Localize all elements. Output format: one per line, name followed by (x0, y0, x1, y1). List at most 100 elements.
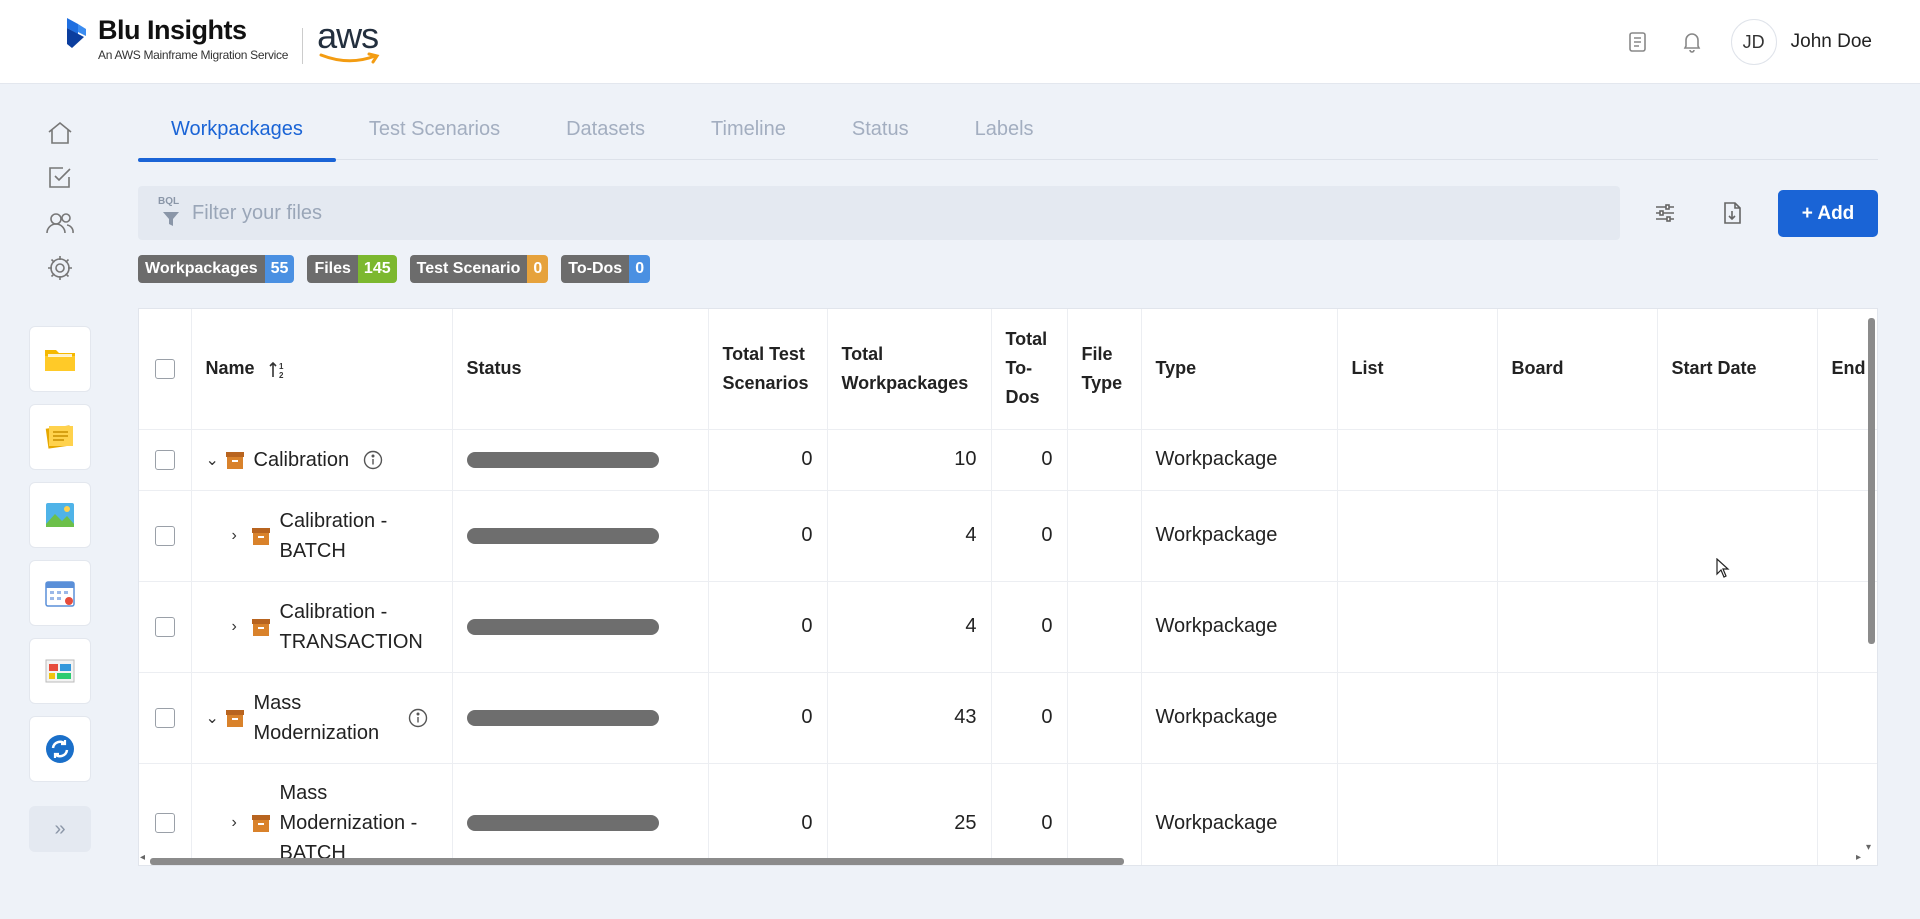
cell-board (1497, 672, 1658, 764)
filter-settings-button[interactable] (1644, 192, 1686, 234)
info-icon[interactable] (408, 708, 428, 728)
book-icon[interactable] (1623, 27, 1653, 57)
table-header-row: Name 12 Status Total Test Scenarios Tota… (139, 309, 1877, 430)
brand-logo[interactable]: Blu Insights An AWS Mainframe Migration … (64, 15, 380, 64)
add-button[interactable]: + Add (1778, 190, 1878, 237)
badge-workpackages[interactable]: Workpackages 55 (138, 255, 295, 283)
cell-workpackages: 4 (827, 581, 992, 673)
search-input[interactable] (192, 201, 1592, 225)
app-launcher (28, 326, 92, 782)
column-header-type[interactable]: Type (1141, 309, 1338, 430)
column-header-total-test-scenarios[interactable]: Total Test Scenarios (708, 309, 828, 430)
cell-board (1497, 581, 1658, 673)
column-header-status[interactable]: Status (452, 309, 709, 430)
dashboard-icon (45, 659, 75, 683)
bql-filter[interactable]: BQL (158, 196, 188, 230)
expand-chevron-icon[interactable]: › (232, 618, 250, 636)
gear-icon[interactable] (28, 245, 92, 290)
info-icon[interactable] (363, 450, 383, 470)
row-checkbox[interactable] (154, 525, 175, 546)
cell-test-scenarios: 0 (708, 763, 828, 865)
row-checkbox[interactable] (154, 449, 175, 470)
collapse-chevron-icon[interactable]: ⌄ (206, 708, 224, 728)
badge-files[interactable]: Files 145 (307, 255, 397, 283)
calendar-app-tile[interactable] (29, 560, 91, 626)
users-icon[interactable] (28, 200, 92, 245)
sidebar: » (28, 110, 92, 852)
user-name[interactable]: John Doe (1791, 31, 1872, 53)
cell-board (1497, 429, 1658, 491)
bell-icon[interactable] (1677, 27, 1707, 57)
expand-chevron-icon[interactable]: › (232, 814, 250, 832)
tab-status[interactable]: Status (819, 110, 942, 160)
select-all-checkbox[interactable] (154, 358, 175, 379)
scroll-right-arrow-icon[interactable]: ▸ (1856, 852, 1861, 863)
row-checkbox[interactable] (154, 813, 175, 833)
row-checkbox[interactable] (154, 616, 175, 637)
folder-app-tile[interactable] (29, 326, 91, 392)
table-row[interactable]: ⌄ Mass Modernization 0 43 0 Workpackage (139, 672, 1877, 764)
avatar[interactable]: JD (1730, 19, 1777, 65)
collapse-chevron-icon[interactable]: ⌄ (206, 450, 224, 470)
scroll-down-arrow-icon[interactable]: ▾ (1866, 842, 1871, 853)
tab-datasets[interactable]: Datasets (533, 110, 678, 160)
table-row[interactable]: › Calibration - TRANSACTION 0 4 0 Workpa… (139, 581, 1877, 673)
cell-list (1337, 581, 1498, 673)
cell-type: Workpackage (1141, 429, 1338, 491)
badge-test-scenario[interactable]: Test Scenario 0 (409, 255, 549, 283)
calendar-icon (45, 581, 75, 607)
row-name[interactable]: Mass Modernization - BATCH (280, 778, 438, 865)
mouse-cursor-icon (1716, 558, 1730, 578)
row-name[interactable]: Mass Modernization (254, 688, 394, 748)
column-header-start-date[interactable]: Start Date (1657, 309, 1818, 430)
column-header-board[interactable]: Board (1497, 309, 1658, 430)
checklist-icon[interactable] (28, 155, 92, 200)
tab-timeline[interactable]: Timeline (678, 110, 819, 160)
image-app-tile[interactable] (29, 482, 91, 548)
status-bar (466, 815, 659, 831)
row-name[interactable]: Calibration - TRANSACTION (280, 597, 438, 657)
table-row[interactable]: ⌄ Calibration 0 10 0 Workpackage (139, 429, 1877, 491)
column-header-total-workpackages[interactable]: Total Workpackages (827, 309, 992, 430)
table-row[interactable]: › Mass Modernization - BATCH 0 25 0 Work… (139, 763, 1877, 865)
aws-logo: aws (317, 15, 380, 64)
cell-type: Workpackage (1141, 672, 1338, 764)
folder-icon (45, 350, 75, 371)
cell-file-type (1067, 581, 1142, 673)
vertical-scrollbar[interactable] (1868, 318, 1875, 644)
column-header-name[interactable]: Name 12 (191, 309, 453, 430)
row-name[interactable]: Calibration - BATCH (280, 506, 438, 566)
status-bar (466, 527, 659, 544)
row-checkbox[interactable] (154, 707, 175, 728)
table-row[interactable]: › Calibration - BATCH 0 4 0 Workpackage (139, 490, 1877, 582)
scroll-left-arrow-icon[interactable]: ◂ (140, 852, 145, 863)
row-name[interactable]: Calibration (254, 445, 350, 475)
tab-workpackages[interactable]: Workpackages (138, 110, 336, 162)
tab-labels[interactable]: Labels (942, 110, 1067, 160)
column-header-file-type[interactable]: File Type (1067, 309, 1142, 430)
badge-todos[interactable]: To-Dos 0 (561, 255, 651, 283)
sync-app-tile[interactable] (29, 716, 91, 782)
column-header-list[interactable]: List (1337, 309, 1498, 430)
dashboard-app-tile[interactable] (29, 638, 91, 704)
cell-start-date (1657, 763, 1818, 865)
tab-test-scenarios[interactable]: Test Scenarios (336, 110, 533, 160)
sliders-icon (1656, 204, 1674, 222)
column-header-total-todos[interactable]: Total To-Dos (991, 309, 1068, 430)
export-button[interactable] (1711, 192, 1753, 234)
aws-logo-text: aws (317, 15, 379, 56)
home-icon[interactable] (28, 110, 92, 155)
cell-start-date (1657, 672, 1818, 764)
cell-start-date (1657, 490, 1818, 582)
notes-app-tile[interactable] (29, 404, 91, 470)
header-actions: JD John Doe (1623, 19, 1872, 65)
expand-chevron-icon[interactable]: › (232, 527, 250, 545)
cell-start-date (1657, 429, 1818, 491)
sidebar-expand-button[interactable]: » (29, 806, 91, 852)
cell-test-scenarios: 0 (708, 581, 828, 673)
workpackages-table: Name 12 Status Total Test Scenarios Tota… (138, 308, 1878, 866)
summary-badges: Workpackages 55 Files 145 Test Scenario … (138, 255, 663, 283)
horizontal-scrollbar[interactable] (150, 858, 1124, 865)
workpackage-box-icon (251, 527, 270, 545)
aws-smile-icon (319, 52, 380, 64)
